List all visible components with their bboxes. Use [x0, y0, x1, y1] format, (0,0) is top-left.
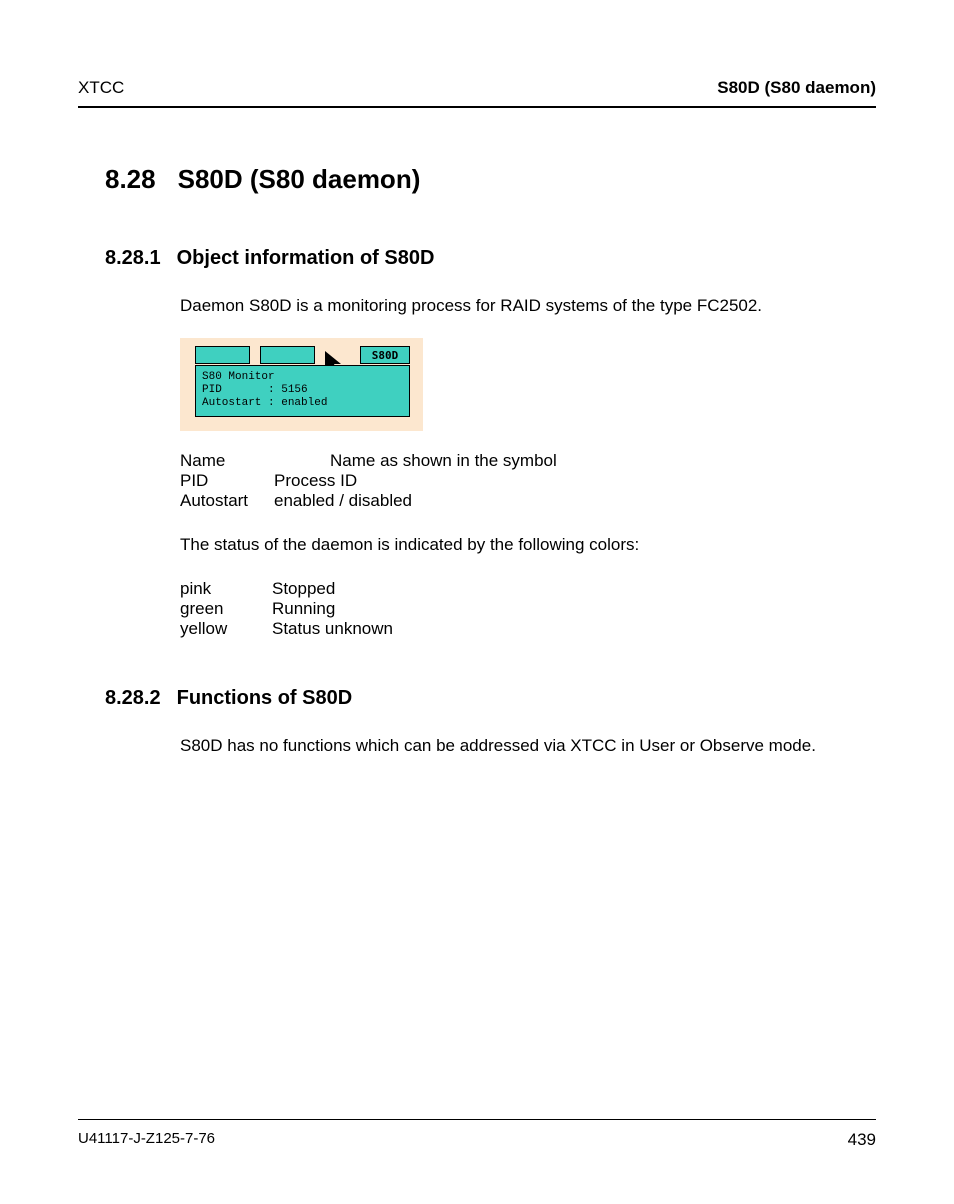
def-key: PID: [180, 471, 274, 491]
figure-tab-1: [195, 346, 250, 364]
s80d-figure: S80D S80 Monitor PID : 5156 Autostart : …: [180, 338, 423, 431]
page: XTCC S80D (S80 daemon) 8.28 S80D (S80 da…: [0, 0, 954, 1204]
section-title: S80D (S80 daemon): [178, 164, 421, 195]
subsection-2-title: Functions of S80D: [177, 687, 353, 710]
footer-row: U41117-J-Z125-7-76 439: [78, 1130, 876, 1150]
definition-list: Name Name as shown in the symbol PID Pro…: [180, 451, 876, 511]
figure-line-1: S80 Monitor: [202, 371, 275, 383]
subsection-1-title: Object information of S80D: [177, 247, 435, 270]
status-key: pink: [180, 579, 272, 599]
subsection-2-body: S80D has no functions which can be addre…: [180, 736, 876, 756]
section-number: 8.28: [105, 164, 156, 195]
subsection-2-heading: 8.28.2 Functions of S80D: [105, 687, 876, 710]
figure-wrap: S80D S80 Monitor PID : 5156 Autostart : …: [180, 338, 876, 431]
status-val: Stopped: [272, 579, 335, 599]
footer-left: U41117-J-Z125-7-76: [78, 1130, 215, 1150]
status-key: green: [180, 599, 272, 619]
status-row: yellow Status unknown: [180, 619, 876, 639]
status-key: yellow: [180, 619, 272, 639]
status-intro: The status of the daemon is indicated by…: [180, 535, 876, 555]
figure-tab-s80d: S80D: [360, 346, 410, 364]
subsection-1-heading: 8.28.1 Object information of S80D: [105, 247, 876, 270]
def-key: Name: [180, 451, 274, 471]
section-heading: 8.28 S80D (S80 daemon): [105, 164, 876, 195]
status-row: pink Stopped: [180, 579, 876, 599]
def-row: Name Name as shown in the symbol: [180, 451, 876, 471]
header-left: XTCC: [78, 78, 124, 98]
sub1-intro: Daemon S80D is a monitoring process for …: [180, 296, 876, 316]
def-val: enabled / disabled: [274, 491, 412, 511]
header-rule: [78, 106, 876, 108]
def-key: Autostart: [180, 491, 274, 511]
status-row: green Running: [180, 599, 876, 619]
def-row: Autostart enabled / disabled: [180, 491, 876, 511]
page-header: XTCC S80D (S80 daemon): [78, 78, 876, 104]
sub2-body: S80D has no functions which can be addre…: [180, 736, 876, 756]
footer-rule: [78, 1119, 876, 1120]
figure-tab-2: [260, 346, 315, 364]
subsection-2-number: 8.28.2: [105, 687, 161, 710]
status-val: Running: [272, 599, 335, 619]
def-val: Name as shown in the symbol: [330, 451, 557, 471]
page-number: 439: [848, 1130, 876, 1150]
subsection-1-body: Daemon S80D is a monitoring process for …: [180, 296, 876, 639]
figure-info-box: S80 Monitor PID : 5156 Autostart : enabl…: [195, 365, 410, 417]
status-val: Status unknown: [272, 619, 393, 639]
figure-line-3: Autostart : enabled: [202, 397, 327, 409]
page-footer: U41117-J-Z125-7-76 439: [78, 1119, 876, 1150]
def-val: Process ID: [274, 471, 357, 491]
def-row: PID Process ID: [180, 471, 876, 491]
figure-line-2: PID : 5156: [202, 384, 308, 396]
subsection-1-number: 8.28.1: [105, 247, 161, 270]
status-list: pink Stopped green Running yellow Status…: [180, 579, 876, 639]
header-right: S80D (S80 daemon): [717, 78, 876, 98]
